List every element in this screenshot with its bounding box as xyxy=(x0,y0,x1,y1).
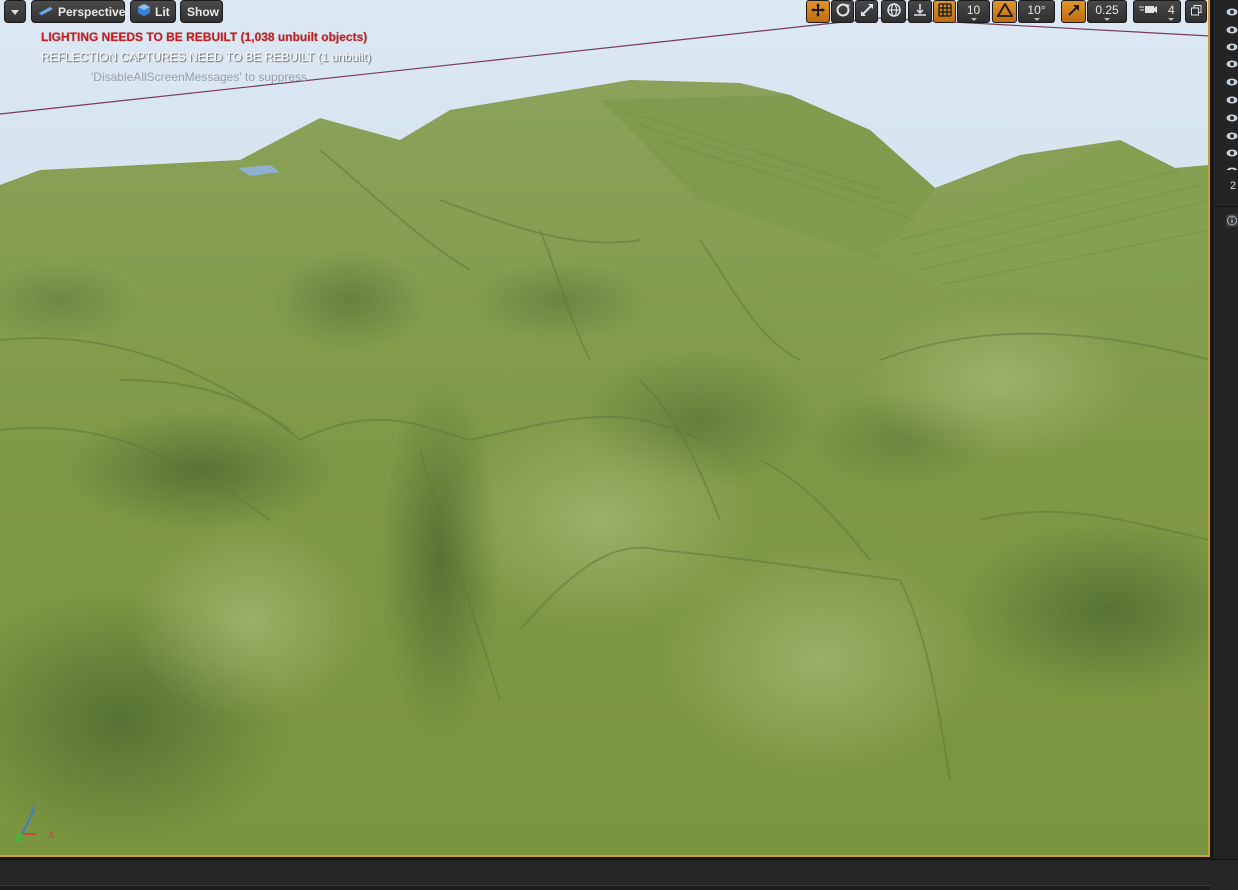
maximize-viewport-button[interactable] xyxy=(1185,0,1207,23)
chevron-down-icon xyxy=(1033,18,1040,21)
perspective-button[interactable]: Perspective xyxy=(31,0,125,23)
grid-snap-toggle[interactable] xyxy=(933,0,956,23)
grid-icon xyxy=(937,3,952,20)
rotation-snap-value: 10° xyxy=(1027,3,1046,17)
rotate-mode-button[interactable] xyxy=(831,0,854,23)
viewport-options-dropdown[interactable] xyxy=(4,0,26,23)
visibility-eye-icon[interactable] xyxy=(1226,113,1238,123)
scale-snap-value: 0.25 xyxy=(1095,3,1119,17)
scale-arrow-icon xyxy=(1067,3,1081,20)
reflection-rebuild-warning: REFLECTION CAPTURES NEED TO BE REBUILT (… xyxy=(41,50,371,64)
visibility-eye-icon[interactable] xyxy=(1226,148,1238,158)
angle-icon xyxy=(995,2,1014,20)
outliner-count: 2 xyxy=(1230,180,1237,192)
terrain-render xyxy=(0,0,1208,855)
perspective-label: Perspective xyxy=(58,4,126,19)
scale-snap-toggle[interactable] xyxy=(1061,0,1086,23)
rotation-snap-toggle[interactable] xyxy=(992,0,1017,23)
panel-divider xyxy=(1214,206,1238,207)
show-label: Show xyxy=(187,4,219,19)
chevron-down-icon xyxy=(11,5,19,19)
lighting-rebuild-warning: LIGHTING NEEDS TO BE REBUILT (1,038 unbu… xyxy=(41,30,368,44)
editor-window: Perspective Lit Show 10 10° 0.25 4 LIGHT… xyxy=(0,0,1238,890)
level-viewport[interactable]: Perspective Lit Show 10 10° 0.25 4 LIGHT… xyxy=(0,0,1210,857)
scale-icon xyxy=(859,2,875,21)
rotate-icon xyxy=(835,2,851,21)
chevron-down-icon xyxy=(970,18,977,21)
show-button[interactable]: Show xyxy=(180,0,223,23)
svg-text:Z: Z xyxy=(31,802,37,813)
surface-snapping-button[interactable] xyxy=(908,0,932,23)
scale-snap-value-dropdown[interactable]: 0.25 xyxy=(1087,0,1127,23)
chevron-down-icon xyxy=(1104,18,1110,21)
translate-mode-button[interactable] xyxy=(806,0,830,23)
visibility-eye-icon[interactable] xyxy=(1226,95,1238,105)
perspective-camera-icon xyxy=(38,4,54,19)
info-icon[interactable] xyxy=(1226,214,1238,227)
grid-snap-value: 10 xyxy=(966,3,981,17)
suppress-hint: 'DisableAllScreenMessages' to suppress xyxy=(91,70,308,84)
camera-speed-dropdown[interactable]: 4 xyxy=(1133,0,1181,23)
scale-mode-button[interactable] xyxy=(855,0,878,23)
visibility-eye-icon[interactable] xyxy=(1226,59,1238,69)
restore-window-icon xyxy=(1190,4,1202,19)
svg-text:X: X xyxy=(48,830,55,841)
lit-sphere-icon xyxy=(137,3,151,20)
visibility-eye-icon[interactable] xyxy=(1226,131,1238,141)
visibility-eye-icon[interactable] xyxy=(1226,25,1238,35)
world-local-toggle-button[interactable] xyxy=(881,0,906,23)
rotation-snap-value-dropdown[interactable]: 10° xyxy=(1018,0,1055,23)
visibility-eye-icon[interactable] xyxy=(1226,166,1238,170)
visibility-eye-icon[interactable] xyxy=(1226,7,1238,17)
axis-indicator-icon: Z X Y xyxy=(10,798,62,846)
lit-label: Lit xyxy=(155,4,170,19)
bottom-scrollbar[interactable] xyxy=(0,885,1210,890)
visibility-eye-icon[interactable] xyxy=(1226,77,1238,87)
grid-snap-value-dropdown[interactable]: 10 xyxy=(957,0,990,23)
lit-button[interactable]: Lit xyxy=(130,0,176,23)
camera-speed-icon xyxy=(1139,3,1158,18)
svg-text:Y: Y xyxy=(17,836,22,843)
visibility-eye-icon[interactable] xyxy=(1226,42,1238,52)
translate-icon xyxy=(810,2,826,21)
camera-speed-value: 4 xyxy=(1167,3,1175,17)
globe-icon xyxy=(886,2,902,21)
surface-snap-icon xyxy=(912,2,928,21)
chevron-down-icon xyxy=(1168,18,1174,21)
